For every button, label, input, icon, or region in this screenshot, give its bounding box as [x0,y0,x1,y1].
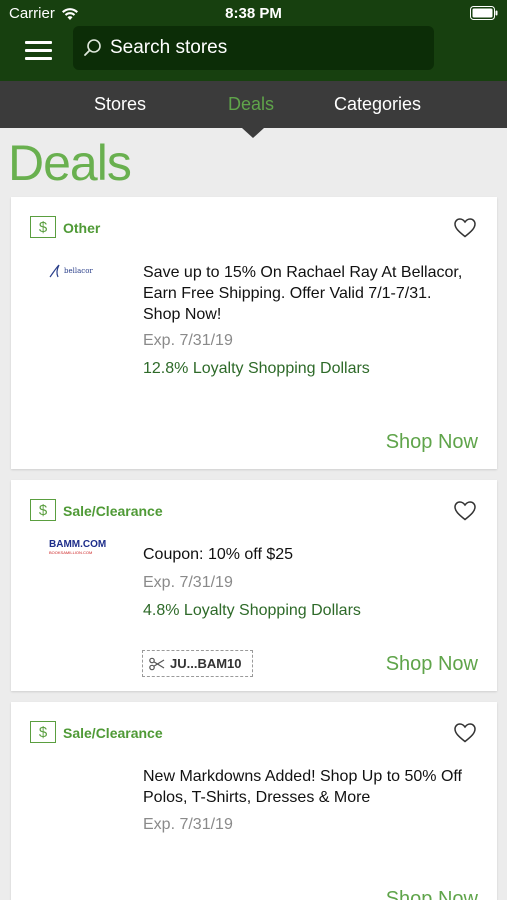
deal-description: Coupon: 10% off $25 [143,546,294,563]
deal-category: Sale/Clearance [63,503,163,519]
active-tab-indicator [242,128,264,138]
shop-now-button[interactable]: Shop Now [386,653,478,676]
coupon-code-button[interactable]: JU...BAM10 [142,650,253,677]
store-logo-bamm: BAMM.COM BOOKSAMILLION.COM [49,540,129,562]
deal-card[interactable]: $ Other bellacor Save up to 15% On Racha… [11,197,497,469]
status-bar: Carrier 8:38 PM [0,0,507,27]
deal-card[interactable]: $ Sale/Clearance BAMM.COM BOOKSAMILLION.… [11,480,497,691]
battery-icon [470,6,498,20]
heart-icon[interactable] [454,501,476,521]
deal-loyalty: 4.8% Loyalty Shopping Dollars [143,602,361,619]
dollar-icon: $ [30,499,56,521]
coupon-code: JU...BAM10 [170,656,242,671]
search-placeholder: Search stores [110,37,228,58]
deal-card[interactable]: $ Sale/Clearance New Markdowns Added! Sh… [11,702,497,900]
tab-bar: Stores Deals Categories [0,81,507,128]
scissors-icon [149,657,165,670]
store-logo-bellacor: bellacor [49,260,129,282]
deal-expiration: Exp. 7/31/19 [143,574,233,591]
deal-description: Save up to 15% On Rachael Ray At Bellaco… [143,264,463,323]
dollar-icon: $ [30,721,56,743]
tab-stores[interactable]: Stores [94,94,146,115]
status-time: 8:38 PM [225,5,282,22]
deal-expiration: Exp. 7/31/19 [143,332,233,349]
page-title: Deals [8,135,132,191]
dollar-icon: $ [30,216,56,238]
deal-description: New Markdowns Added! Shop Up to 50% Off … [143,768,462,806]
search-input[interactable]: Search stores [73,26,434,70]
hamburger-menu-icon[interactable] [25,41,52,61]
app-header: Carrier 8:38 PM Search stores [0,0,507,81]
tab-deals[interactable]: Deals [228,94,274,115]
deal-category: Sale/Clearance [63,725,163,741]
heart-icon[interactable] [454,723,476,743]
deal-category: Other [63,220,101,236]
bellacor-mark-icon [49,264,60,278]
shop-now-button[interactable]: Shop Now [386,431,478,454]
search-icon [84,39,101,56]
tab-categories[interactable]: Categories [334,94,421,115]
store-logo-text: BAMM.COM [49,539,107,550]
store-logo-text: bellacor [64,267,93,275]
shop-now-button[interactable]: Shop Now [386,888,478,900]
heart-icon[interactable] [454,218,476,238]
store-logo-subtext: BOOKSAMILLION.COM [49,550,93,555]
deal-loyalty: 12.8% Loyalty Shopping Dollars [143,360,370,377]
deal-expiration: Exp. 7/31/19 [143,816,233,833]
